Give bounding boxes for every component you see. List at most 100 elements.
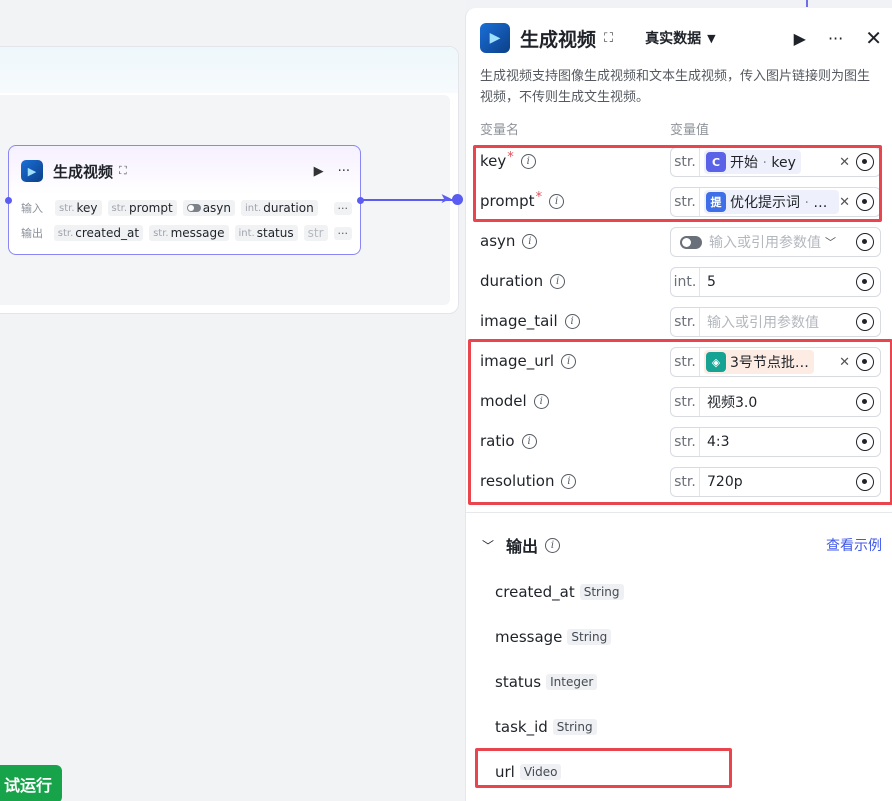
node-actions: ▶ ··· (314, 164, 350, 179)
reference-target-icon[interactable] (856, 433, 874, 451)
field-body[interactable]: 4:3 (700, 428, 856, 456)
param-value-field[interactable]: str. C 开始 · key ✕ (670, 147, 881, 177)
param-value-field[interactable]: 输入或引用参数值 ﹀ (670, 227, 881, 257)
reference-target-icon[interactable] (856, 393, 874, 411)
type-tag[interactable]: str. (671, 348, 700, 376)
reference-target-icon[interactable] (856, 353, 874, 371)
node-input-port[interactable] (5, 197, 12, 204)
source-node-icon: C (706, 152, 726, 172)
info-icon[interactable]: i (549, 193, 565, 209)
info-icon[interactable]: i (564, 313, 580, 329)
more-icon[interactable]: ··· (828, 29, 843, 48)
param-row-model: model i str. 视频3.0 (466, 385, 892, 419)
variable-reference-chip[interactable]: ◈ 3号节点批… (704, 350, 814, 374)
type-tag[interactable]: str. (671, 188, 700, 216)
chevron-down-icon[interactable]: ﹀ (825, 234, 836, 250)
field-body[interactable]: ◈ 3号节点批… ✕ (700, 348, 856, 376)
info-icon[interactable]: i (550, 273, 566, 289)
required-mark: * (507, 149, 514, 165)
param-label: model i (480, 392, 549, 410)
type-tag[interactable]: str. (671, 148, 700, 176)
info-icon[interactable]: i (545, 537, 561, 553)
node-inputs-more[interactable]: ··· (333, 201, 352, 215)
param-value-field[interactable]: str. 提优化提示词 · o… ✕ (670, 187, 881, 217)
run-node-icon[interactable]: ▶ (794, 29, 806, 48)
edge-target-port[interactable] (452, 194, 463, 205)
output-type-badge: Integer (546, 674, 598, 690)
output-section-header[interactable]: ﹀ 输出 i 查看示例 (482, 533, 882, 557)
close-icon[interactable]: ✕ (865, 26, 882, 50)
toggle-switch[interactable] (680, 235, 702, 249)
source-node-icon: 提 (706, 192, 726, 212)
type-tag[interactable]: str. (671, 468, 700, 496)
reference-target-icon[interactable] (856, 153, 874, 171)
required-mark: * (535, 189, 543, 205)
field-body[interactable]: C 开始 · key ✕ (700, 148, 856, 176)
info-icon[interactable]: i (520, 153, 536, 169)
panel-title: 生成视频 (520, 28, 597, 51)
clear-reference-icon[interactable]: ✕ (839, 155, 850, 170)
param-label: key * i (480, 149, 536, 170)
info-icon[interactable]: i (533, 393, 549, 409)
param-value-field[interactable]: int. 5 (670, 267, 881, 297)
view-example-link[interactable]: 查看示例 (826, 535, 882, 555)
param-row-prompt: prompt * i str. 提优化提示词 · o… ✕ (466, 185, 892, 219)
param-value-field[interactable]: str. 720p (670, 467, 881, 497)
param-column-headers: 变量名 变量值 (480, 119, 880, 138)
field-body[interactable]: 输入或引用参数值 ﹀ (671, 228, 856, 256)
toggle-icon (186, 204, 201, 212)
reference-target-icon[interactable] (856, 313, 874, 331)
col-name-header: 变量名 (480, 123, 520, 138)
reference-target-icon[interactable] (856, 233, 874, 251)
group-header (0, 47, 458, 93)
clear-reference-icon[interactable]: ✕ (839, 195, 850, 210)
info-icon[interactable]: i (521, 433, 537, 449)
node-input-asyn: asyn (182, 200, 235, 216)
info-icon[interactable]: i (561, 473, 577, 489)
node-input-key: str. key (55, 200, 102, 216)
type-tag[interactable]: str. (671, 388, 700, 416)
field-body[interactable]: 视频3.0 (700, 388, 856, 416)
node-outputs-more[interactable]: ··· (333, 226, 352, 240)
field-body[interactable]: 720p (700, 468, 856, 496)
variable-reference-chip[interactable]: C 开始 · key (704, 150, 801, 174)
output-type-badge: Video (519, 764, 562, 780)
node-output-created-at: str. created_at (53, 225, 144, 241)
test-run-button[interactable]: 试运行 (0, 765, 62, 801)
param-value-field[interactable]: str. ◈ 3号节点批… ✕ (670, 347, 881, 377)
variable-reference-chip[interactable]: 提优化提示词 · o… (704, 190, 840, 214)
info-icon[interactable]: i (522, 233, 538, 249)
param-value-field[interactable]: str. 4:3 (670, 427, 881, 457)
type-tag[interactable]: int. (671, 268, 700, 296)
node-header: ▶ 生成视频 ⛶ ▶ ··· (21, 158, 350, 184)
param-label: image_tail i (480, 312, 580, 330)
clear-reference-icon[interactable]: ✕ (839, 355, 850, 370)
param-label: resolution i (480, 472, 577, 490)
section-divider (466, 512, 892, 513)
param-value-field[interactable]: str. 输入或引用参数值 (670, 307, 881, 337)
type-tag[interactable]: str. (671, 308, 700, 336)
output-item-url: url Video (495, 760, 562, 784)
reference-target-icon[interactable] (856, 273, 874, 291)
reference-target-icon[interactable] (856, 473, 874, 491)
video-node-card[interactable]: ▶ 生成视频 ⛶ ▶ ··· 输入 str. key str. prompt asy… (5, 145, 364, 255)
output-item-task-id: task_id String (495, 715, 597, 739)
output-type-badge: String (552, 719, 597, 735)
chevron-down-icon[interactable]: ﹀ (482, 537, 494, 554)
output-item-message: message String (495, 625, 612, 649)
field-body[interactable]: 提优化提示词 · o… ✕ (700, 188, 856, 216)
node-run-icon[interactable]: ▶ (314, 164, 324, 179)
field-body[interactable]: 5 (700, 268, 856, 296)
edge-top (806, 0, 808, 7)
workflow-canvas[interactable]: ▶ 生成视频 ⛶ ▶ ··· 输入 str. key str. prompt asy… (0, 0, 808, 801)
type-tag[interactable]: str. (671, 428, 700, 456)
node-more-icon[interactable]: ··· (338, 164, 350, 179)
reference-target-icon[interactable] (856, 193, 874, 211)
param-label: prompt * i (480, 189, 565, 210)
caret-down-icon[interactable]: ▼ (707, 32, 715, 45)
node-outputs-row: 输出 str. created_at str. message int. status… (21, 223, 352, 243)
field-body[interactable]: 输入或引用参数值 (700, 308, 856, 336)
info-icon[interactable]: i (561, 353, 577, 369)
data-mode-select[interactable]: 真实数据 (645, 28, 701, 48)
param-value-field[interactable]: str. 视频3.0 (670, 387, 881, 417)
